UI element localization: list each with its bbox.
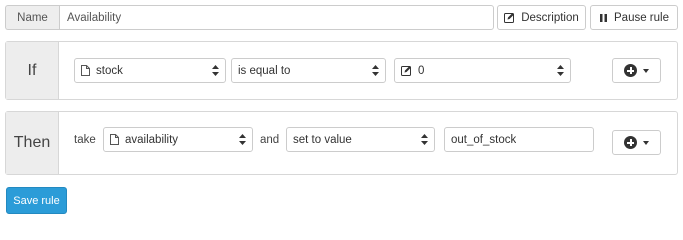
edit-icon [504, 12, 515, 23]
rule-name-group: Name Availability [5, 5, 494, 30]
take-label: take [74, 134, 96, 146]
action-type-value: set to value [293, 133, 352, 146]
condition-field-select[interactable]: stock [74, 58, 226, 83]
action-value-input[interactable]: out_of_stock [444, 127, 594, 152]
plus-circle-icon [624, 136, 637, 149]
action-type-select[interactable]: set to value [286, 127, 435, 152]
then-label: Then [6, 112, 59, 174]
chevron-down-icon [643, 140, 649, 145]
select-caret-icon [239, 134, 246, 145]
rule-name-input[interactable]: Availability [59, 5, 494, 30]
description-button[interactable]: Description [497, 5, 586, 30]
save-rule-button[interactable]: Save rule [6, 187, 67, 214]
and-label: and [260, 134, 280, 146]
pause-rule-label: Pause rule [614, 11, 669, 24]
pause-icon [599, 13, 608, 23]
add-condition-button[interactable] [612, 58, 661, 83]
chevron-down-icon [643, 68, 649, 73]
select-caret-icon [557, 65, 564, 76]
select-caret-icon [372, 65, 379, 76]
description-label: Description [521, 11, 579, 24]
plus-circle-icon [624, 64, 637, 77]
file-icon [110, 134, 119, 145]
file-icon [81, 65, 90, 76]
select-caret-icon [212, 65, 219, 76]
edit-icon [401, 65, 412, 76]
select-caret-icon [421, 134, 428, 145]
action-field-value: availability [125, 133, 179, 146]
condition-value-text: 0 [418, 64, 425, 77]
condition-field-value: stock [96, 64, 123, 77]
condition-operator-value: is equal to [238, 64, 291, 77]
pause-rule-button[interactable]: Pause rule [590, 5, 678, 30]
name-label: Name [5, 5, 59, 30]
action-value-text: out_of_stock [451, 133, 517, 146]
action-field-select[interactable]: availability [103, 127, 253, 152]
add-action-button[interactable] [612, 130, 661, 155]
if-label: If [6, 42, 59, 99]
condition-operator-select[interactable]: is equal to [231, 58, 386, 83]
condition-value-select[interactable]: 0 [394, 58, 571, 83]
